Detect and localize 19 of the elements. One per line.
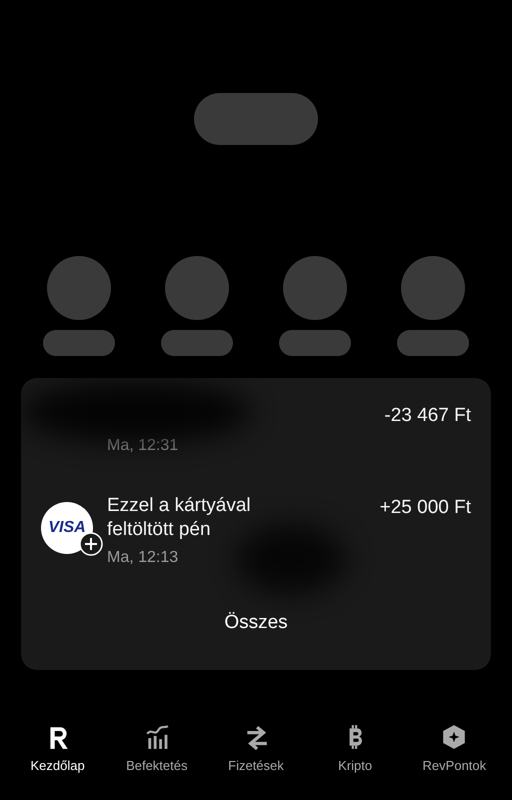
transaction-time: Ma, 12:13 — [107, 548, 180, 568]
placeholder-pill — [43, 330, 115, 356]
placeholder-pill — [397, 330, 469, 356]
transaction-amount: +25 000 Ft — [380, 496, 471, 520]
placeholder-pill — [279, 330, 351, 356]
visa-logo: VISA — [41, 502, 93, 554]
nav-tab[interactable]: Fizetések — [208, 724, 304, 800]
nav-tab[interactable]: RevPontok — [406, 724, 502, 800]
placeholder-pill — [161, 330, 233, 356]
see-all-link[interactable]: Összes — [41, 608, 471, 638]
transaction-title: Ezzel a kártyával feltöltött pén — [107, 494, 252, 542]
chart-icon — [144, 724, 170, 750]
nav-tab[interactable]: Kripto — [307, 724, 404, 800]
plus-icon — [79, 532, 103, 556]
nav-tab[interactable]: Befektetés — [108, 724, 205, 800]
transaction-amount: -23 467 Ft — [384, 404, 471, 428]
transaction-time: Ma, 12:31 — [107, 436, 180, 456]
hexagon-icon — [441, 724, 468, 750]
nav-tab[interactable]: Kezdőlap — [10, 724, 106, 800]
